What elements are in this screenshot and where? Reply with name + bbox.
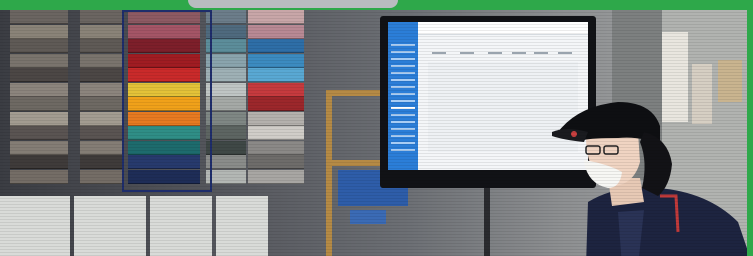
showroom-photo [0, 10, 747, 256]
top-edge-tab [188, 0, 398, 8]
image-texture [0, 10, 747, 256]
green-border-frame [0, 0, 753, 256]
